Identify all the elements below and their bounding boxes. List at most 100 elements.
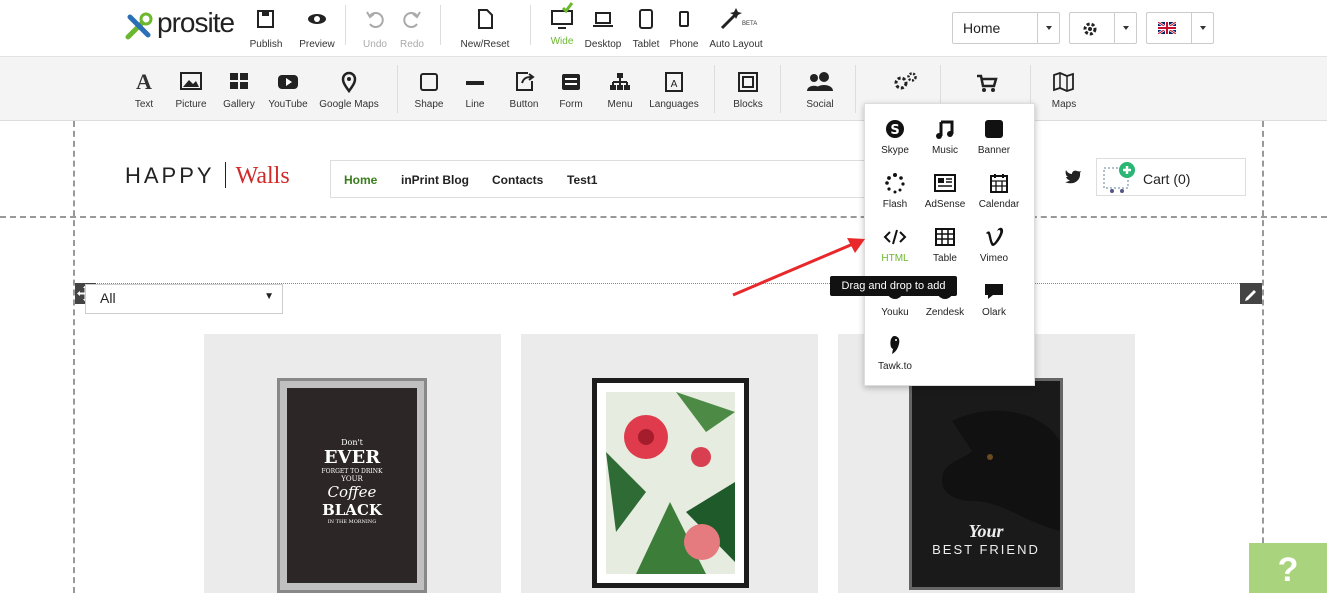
social-widget-button[interactable]: Social [800,69,840,110]
widget-table[interactable]: Table [917,226,973,264]
nav-item-contacts[interactable]: Contacts [492,173,543,187]
vimeo-icon [986,227,1004,246]
section-guide-right [1262,121,1264,593]
prosite-logo[interactable]: prosite [124,7,235,46]
poster-frame: Your BEST FRIEND [909,378,1063,590]
widgets-dropdown-button[interactable] [886,69,926,95]
image-icon [180,72,202,90]
text-icon: A [136,69,152,94]
line-icon [466,81,484,85]
page-select[interactable]: Home [952,12,1060,44]
widget-calendar[interactable]: Calendar [971,172,1027,210]
gallery-widget-button[interactable]: Gallery [218,69,260,110]
twitter-icon[interactable] [1064,168,1082,184]
poster-dog-text: Your BEST FRIEND [932,521,1040,557]
nav-item-home[interactable]: Home [344,173,377,187]
brand-name: prosite [157,7,235,38]
map-pin-icon [341,71,357,94]
users-icon [807,72,833,91]
spinner-icon [885,173,905,194]
banner-icon [985,120,1003,138]
poster-frame: Don't EVER FORGET TO DRINK YOUR Coffee B… [277,378,427,593]
logo-happy: HAPPY [125,163,215,188]
picture-widget-button[interactable]: Picture [170,69,212,110]
gears-icon [894,72,917,90]
youtube-widget-button[interactable]: YouTube [264,69,312,110]
help-button[interactable]: ? [1249,543,1327,593]
laptop-icon [593,12,613,27]
new-reset-button[interactable]: New/Reset [455,8,515,50]
section-guide-left [73,121,75,593]
map-icon [1053,72,1074,92]
blocks-widget-button[interactable]: Blocks [728,69,768,110]
cart-add-icon [1103,162,1135,193]
category-filter-select[interactable]: All ▼ [85,284,283,314]
poster-frame [592,378,749,588]
share-icon [516,72,535,91]
google-maps-widget-button[interactable]: Google Maps [315,69,383,110]
button-widget-button[interactable]: Button [505,69,543,110]
line-widget-button[interactable]: Line [458,69,492,110]
save-icon [257,10,274,28]
shop-widget-button[interactable] [968,69,1008,95]
widget-flash[interactable]: Flash [867,172,923,210]
gear-icon [1083,22,1097,36]
maps-widget-button[interactable]: Maps [1044,69,1084,110]
tools-icon [125,12,153,40]
phone-view-button[interactable]: Phone [667,8,701,50]
widget-music[interactable]: Music [917,118,973,156]
uk-flag-icon [1158,22,1176,34]
poster-coffee: Don't EVER FORGET TO DRINK YOUR Coffee B… [287,388,417,583]
chevron-down-icon [1191,13,1213,43]
widget-html[interactable]: HTML [867,226,923,264]
tablet-icon [639,9,653,29]
grid-icon [230,73,248,89]
svg-text:A: A [671,79,678,90]
red-arrow-annotation [732,238,865,297]
new-page-icon [478,9,493,29]
languages-widget-button[interactable]: A Languages [644,69,704,110]
text-widget-button[interactable]: A Text [128,69,160,110]
settings-dropdown[interactable] [1069,12,1137,44]
nav-item-test1[interactable]: Test1 [567,173,597,187]
widget-banner[interactable]: Banner [966,118,1022,156]
tablet-view-button[interactable]: Tablet [629,8,663,50]
wide-view-button[interactable]: Wide [545,2,579,47]
shape-widget-button[interactable]: Shape [410,69,448,110]
code-icon [883,229,907,245]
undo-button[interactable]: Undo [360,8,390,50]
language-dropdown[interactable] [1146,12,1214,44]
svg-text:S: S [890,123,899,138]
chat-bubble-icon [985,284,1003,299]
widget-vimeo[interactable]: Vimeo [966,226,1022,264]
widget-tawkto[interactable]: Tawk.to [867,334,923,372]
top-toolbar: prosite Publish Preview Undo Redo New/Re… [0,0,1327,57]
beta-badge: BETA [742,21,758,27]
preview-button[interactable]: Preview [293,8,341,50]
widget-skype[interactable]: S Skype [867,118,923,156]
skype-icon: S [886,120,904,138]
dropdown-arrow-icon: ▼ [264,291,274,302]
redo-icon [403,11,421,28]
auto-layout-button[interactable]: BETA Auto Layout [706,6,766,50]
square-icon [420,73,438,91]
cart-widget[interactable]: Cart (0) [1096,158,1246,196]
blocks-icon [738,72,758,92]
edit-handle[interactable] [1240,283,1262,304]
menu-widget-button[interactable]: Menu [602,69,638,110]
header-divider [0,216,1327,218]
nav-item-blog[interactable]: inPrint Blog [401,173,469,187]
publish-button[interactable]: Publish [246,8,286,50]
site-logo[interactable]: HAPPY Walls [125,162,290,190]
widget-adsense[interactable]: AdSense [917,172,973,210]
chevron-down-icon [1037,13,1059,43]
site-nav-menu: Home inPrint Blog Contacts Test1 [330,160,890,198]
poster-tropical [606,392,735,574]
product-card[interactable]: Don't EVER FORGET TO DRINK YOUR Coffee B… [204,334,501,593]
form-widget-button[interactable]: Form [554,69,588,110]
redo-button[interactable]: Redo [397,8,427,50]
widget-olark[interactable]: Olark [966,280,1022,318]
eye-icon [308,14,326,24]
product-card[interactable] [521,334,818,593]
desktop-view-button[interactable]: Desktop [582,8,624,50]
